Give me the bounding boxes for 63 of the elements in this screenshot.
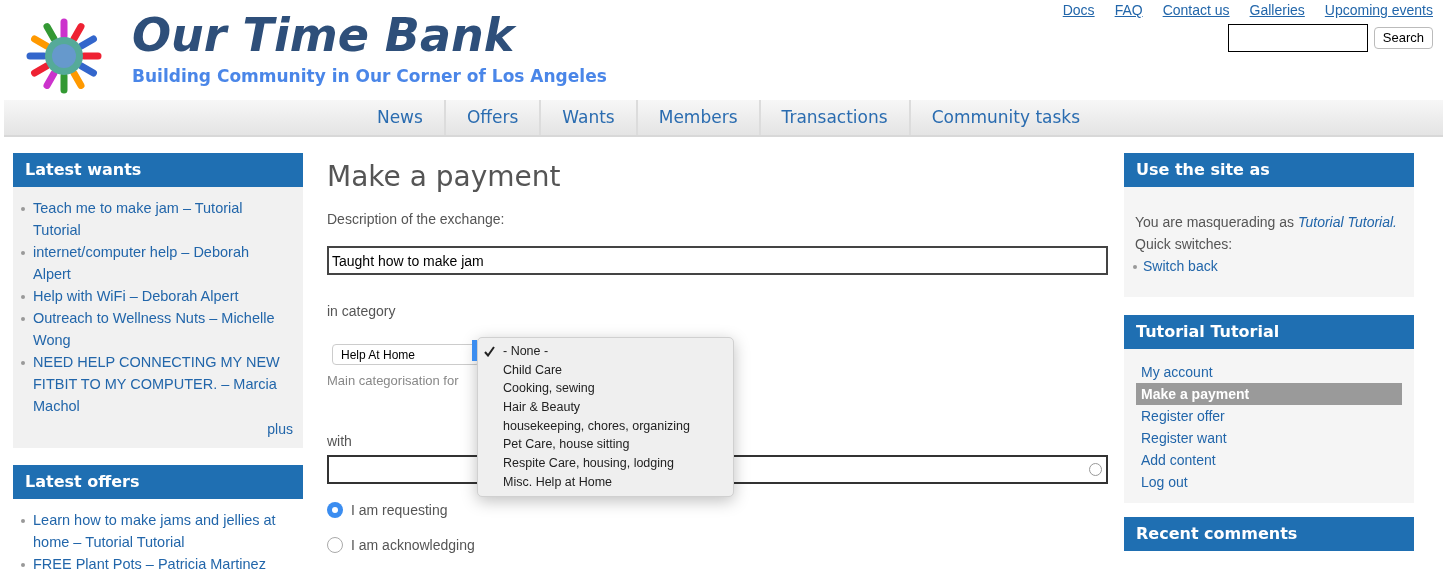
page-title: Make a payment: [327, 159, 562, 195]
bullet-icon: [1133, 265, 1137, 269]
bullet-icon: [21, 251, 25, 255]
user-menu-link[interactable]: Register want: [1136, 427, 1402, 449]
top-link[interactable]: Upcoming events: [1324, 2, 1433, 18]
top-link[interactable]: Galleries: [1249, 2, 1305, 18]
bullet-icon: [21, 295, 25, 299]
user-menu-link[interactable]: My account: [1136, 361, 1402, 383]
top-link[interactable]: Docs: [1062, 2, 1095, 18]
dropdown-option[interactable]: Respite Care, housing, lodging: [478, 454, 733, 473]
dropdown-option[interactable]: Hair & Beauty: [478, 398, 733, 417]
site-slogan: Building Community in Our Corner of Los Angeles: [132, 65, 607, 88]
search-field[interactable]: [1227, 24, 1368, 52]
radio-option[interactable]: I am requesting: [327, 499, 1108, 521]
block-header: Use the site as: [1124, 153, 1414, 187]
nav-tab[interactable]: Community tasks: [908, 100, 1102, 135]
top-link[interactable]: FAQ: [1114, 2, 1143, 18]
block-header: Recent comments: [1124, 517, 1414, 551]
nav-tab[interactable]: Members: [635, 100, 759, 135]
bullet-icon: [21, 207, 25, 211]
nav-tab[interactable]: Wants: [539, 100, 636, 135]
bullet-icon: [21, 563, 25, 567]
dropdown-option[interactable]: - None -: [478, 342, 733, 361]
radio-button[interactable]: [327, 502, 343, 518]
description-field[interactable]: Taught how to make jam: [327, 246, 1108, 275]
nav-tab[interactable]: News: [355, 100, 444, 135]
switch-link[interactable]: Switch back: [1143, 255, 1218, 277]
block-header: Tutorial Tutorial: [1124, 315, 1414, 349]
site-title[interactable]: Our Time Bank: [132, 8, 607, 62]
user-menu-link[interactable]: Log out: [1136, 471, 1402, 493]
field-help: Main categorisation for: [327, 372, 459, 390]
bullet-icon: [21, 361, 25, 365]
dropdown-option[interactable]: Cooking, sewing: [478, 379, 733, 399]
dropdown-option[interactable]: Child Care: [478, 360, 733, 380]
want-link[interactable]: Outreach to Wellness Nuts – Michelle Wong: [33, 307, 287, 351]
user-menu-link[interactable]: Add content: [1136, 449, 1402, 471]
field-label: with: [327, 431, 352, 451]
top-link[interactable]: Contact us: [1162, 2, 1230, 18]
user-link[interactable]: Tutorial Tutorial.: [1297, 214, 1397, 230]
want-link[interactable]: internet/computer help – Deborah Alpert: [33, 241, 287, 285]
want-link[interactable]: NEED HELP CONNECTING MY NEW FITBIT TO MY COMPUTER. – Marcia Machol: [33, 351, 287, 417]
block-header: Latest offers: [13, 465, 303, 499]
field-label: in category: [327, 302, 397, 321]
more-link[interactable]: plus: [267, 419, 293, 440]
search-button[interactable]: Search: [1373, 27, 1433, 49]
dropdown-option[interactable]: Misc. Help at Home: [478, 472, 733, 492]
radio-button[interactable]: [327, 537, 343, 553]
offer-link[interactable]: Learn how to make jams and jellies at home – Tutorial Tutorial: [33, 509, 293, 553]
want-link[interactable]: Help with WiFi – Deborah Alpert: [33, 285, 287, 307]
offer-link[interactable]: FREE Plant Pots – Patricia Martinez: [33, 553, 293, 572]
nav-tab[interactable]: Offers: [443, 100, 540, 135]
dropdown-option[interactable]: housekeeping, chores, organizing: [478, 416, 733, 436]
category-select[interactable]: Help At Home: [332, 344, 480, 365]
user-menu-link[interactable]: Register offer: [1136, 405, 1402, 427]
bullet-icon: [21, 317, 25, 321]
block-header: Latest wants: [13, 153, 303, 187]
nav-tab[interactable]: Transactions: [758, 100, 909, 135]
field-label: Description of the exchange:: [327, 210, 506, 229]
bullet-icon: [21, 519, 25, 523]
masquerade-text: You are masquerading as Tutorial Tutorial.: [1135, 213, 1398, 232]
radio-option[interactable]: I am acknowledging: [327, 534, 1108, 556]
dropdown-option[interactable]: Pet Care, house sitting: [478, 435, 733, 455]
quick-switches-label: Quick switches:: [1135, 235, 1234, 254]
